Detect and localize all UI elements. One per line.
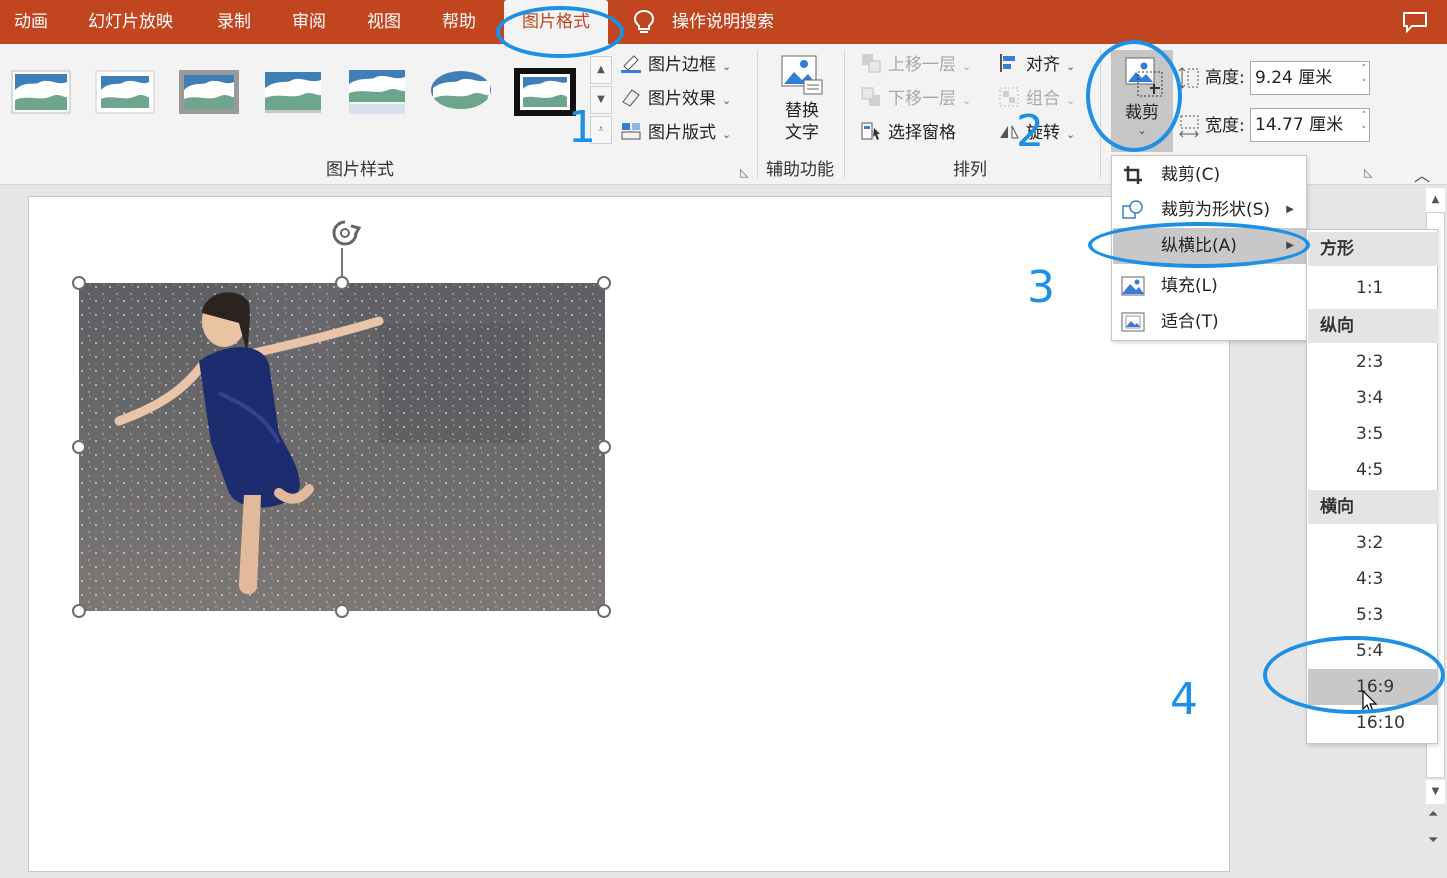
group-label-accessibility: 辅助功能 <box>766 160 834 180</box>
section-header-landscape: 横向 <box>1308 490 1438 524</box>
dialog-launcher-icon[interactable]: ◺ <box>1364 166 1372 179</box>
spin-up-icon[interactable]: ˄ <box>1362 109 1367 123</box>
scroll-up-icon[interactable]: ▲ <box>1426 188 1445 212</box>
comment-icon[interactable] <box>1402 11 1428 33</box>
picture-effects-icon <box>622 89 640 107</box>
picture-style-thumb[interactable] <box>10 68 72 116</box>
bring-forward-button[interactable]: 上移一层 ⌄ <box>860 50 971 80</box>
bring-forward-icon <box>862 54 881 73</box>
aspect-option-4-3[interactable]: 4:3 <box>1308 561 1438 597</box>
tab-view[interactable]: 视图 <box>367 0 401 44</box>
width-icon <box>1179 115 1199 138</box>
width-label: 宽度: <box>1205 116 1245 136</box>
align-button[interactable]: 对齐 ⌄ <box>998 50 1075 80</box>
height-label: 高度: <box>1205 68 1245 88</box>
rotate-handle-icon[interactable] <box>325 216 365 250</box>
annotation-ring <box>1086 40 1182 152</box>
collapse-ribbon-icon[interactable]: ︿ <box>1414 162 1430 186</box>
annotation-number: 2 <box>1016 106 1044 157</box>
menu-item-fill[interactable]: 填充(L) <box>1113 268 1306 304</box>
picture-style-thumb[interactable] <box>262 68 324 116</box>
resize-handle[interactable] <box>335 604 349 618</box>
picture-style-thumb[interactable] <box>94 68 156 116</box>
resize-handle[interactable] <box>72 604 86 618</box>
tab-slideshow[interactable]: 幻灯片放映 <box>88 0 173 44</box>
group-label-picture-styles: 图片样式 <box>326 160 394 180</box>
picture-style-thumb[interactable] <box>514 68 576 116</box>
height-input[interactable]: 9.24 厘米 ˄ ˅ <box>1250 61 1370 95</box>
tab-help[interactable]: 帮助 <box>442 0 476 44</box>
annotation-ring <box>496 6 624 58</box>
section-header-portrait: 纵向 <box>1308 309 1438 343</box>
picture-layout-button[interactable]: 图片版式 ⌄ <box>620 118 731 148</box>
group-label-arrange: 排列 <box>953 160 987 180</box>
picture-style-thumb[interactable] <box>430 68 492 116</box>
picture-effects-button[interactable]: 图片效果 ⌄ <box>620 84 731 114</box>
next-slide-icon[interactable]: ⏷ <box>1428 834 1438 848</box>
resize-handle[interactable] <box>597 604 611 618</box>
picture-style-thumb[interactable] <box>346 68 408 116</box>
tab-record[interactable]: 录制 <box>217 0 251 44</box>
annotation-number: 1 <box>568 102 596 153</box>
selection-pane-button[interactable]: 选择窗格 <box>860 118 956 148</box>
tell-me-search[interactable]: 操作说明搜索 <box>672 0 774 44</box>
section-header-square: 方形 <box>1308 232 1438 266</box>
send-backward-button[interactable]: 下移一层 ⌄ <box>860 84 971 114</box>
ribbon-tab-bar: 动画 幻灯片放映 录制 审阅 视图 帮助 图片格式 操作说明搜索 <box>0 0 1447 44</box>
annotation-ring <box>1088 222 1310 268</box>
selection-pane-icon <box>861 122 880 140</box>
lightbulb-icon <box>633 9 655 33</box>
send-backward-icon <box>861 87 880 106</box>
gallery-scroll-up-button[interactable]: ▲ <box>590 56 612 84</box>
alt-text-label-line1: 替换 <box>785 101 819 121</box>
alt-text-icon <box>781 55 823 95</box>
resize-handle[interactable] <box>72 440 86 454</box>
crop-icon <box>1124 166 1142 184</box>
selected-photo[interactable] <box>79 283 605 611</box>
aspect-option-3-5[interactable]: 3:5 <box>1308 416 1438 452</box>
picture-layout-icon <box>621 123 641 140</box>
previous-slide-icon[interactable]: ⏶ <box>1428 808 1438 822</box>
align-icon <box>1000 54 1015 72</box>
width-input[interactable]: 14.77 厘米 ˄ ˅ <box>1250 108 1370 142</box>
submenu-arrow-icon: ▶ <box>1286 204 1294 215</box>
aspect-option-2-3[interactable]: 2:3 <box>1308 344 1438 380</box>
dialog-launcher-icon[interactable]: ◺ <box>740 166 748 179</box>
menu-item-crop[interactable]: 裁剪(C) <box>1113 157 1306 193</box>
group-icon <box>999 87 1019 107</box>
picture-border-icon <box>621 55 641 73</box>
aspect-option-3-2[interactable]: 3:2 <box>1308 525 1438 561</box>
height-value: 9.24 厘米 <box>1255 68 1333 88</box>
resize-handle[interactable] <box>72 276 86 290</box>
resize-handle[interactable] <box>335 276 349 290</box>
width-value: 14.77 厘米 <box>1255 115 1344 135</box>
spin-down-icon[interactable]: ˅ <box>1362 124 1367 138</box>
alt-text-button[interactable]: 替换 文字 <box>772 52 832 156</box>
aspect-option-1-1[interactable]: 1:1 <box>1308 270 1438 306</box>
picture-border-button[interactable]: 图片边框 ⌄ <box>620 50 731 80</box>
crop-to-shape-icon <box>1122 200 1143 219</box>
spin-up-icon[interactable]: ˄ <box>1362 62 1367 76</box>
fit-icon <box>1121 312 1145 332</box>
spin-down-icon[interactable]: ˅ <box>1362 77 1367 91</box>
scroll-down-icon[interactable]: ▼ <box>1426 780 1445 804</box>
annotation-number: 3 <box>1027 262 1055 313</box>
resize-handle[interactable] <box>597 440 611 454</box>
picture-style-thumb[interactable] <box>178 68 240 116</box>
tab-review[interactable]: 审阅 <box>292 0 326 44</box>
aspect-option-4-5[interactable]: 4:5 <box>1308 452 1438 488</box>
tab-animations[interactable]: 动画 <box>14 0 48 44</box>
alt-text-label-line2: 文字 <box>785 123 819 143</box>
annotation-number: 4 <box>1170 674 1198 725</box>
group-separator <box>844 50 845 178</box>
resize-handle[interactable] <box>597 276 611 290</box>
aspect-option-5-3[interactable]: 5:3 <box>1308 597 1438 633</box>
aspect-option-3-4[interactable]: 3:4 <box>1308 380 1438 416</box>
group-separator <box>757 50 758 178</box>
menu-item-fit[interactable]: 适合(T) <box>1113 304 1306 340</box>
fill-icon <box>1121 276 1145 296</box>
annotation-ring <box>1263 636 1445 714</box>
